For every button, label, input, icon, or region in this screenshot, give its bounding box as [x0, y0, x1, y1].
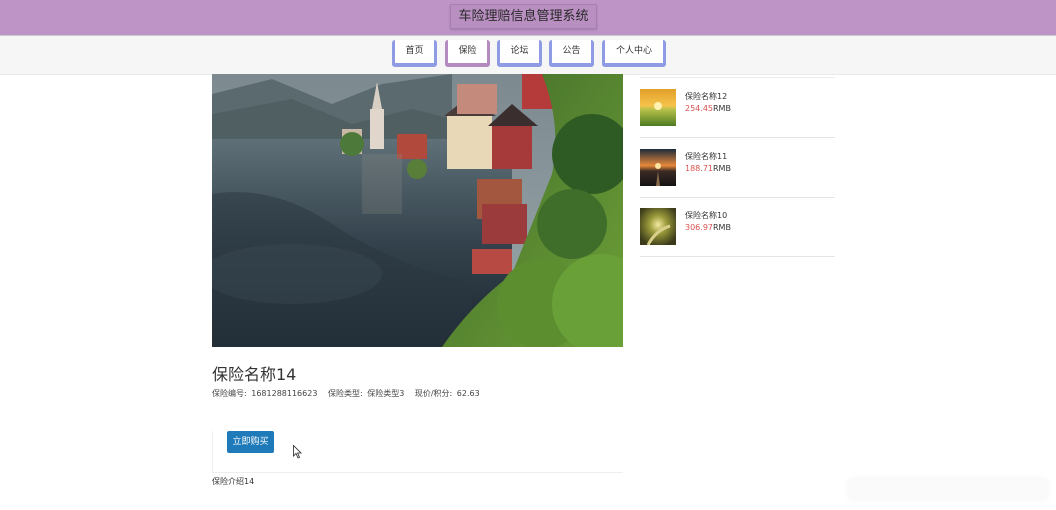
recommend-item[interactable]: 保险名称12 254.45RMB [640, 78, 835, 138]
price-value: 62.63 [456, 389, 480, 398]
code-label: 保险编号: [212, 389, 247, 398]
code-value: 1681288116623 [251, 389, 318, 398]
recommend-price: 306.97 [685, 223, 713, 232]
recommend-price: 188.71 [685, 164, 713, 173]
type-label: 保险类型: [327, 389, 363, 398]
nav-item-forum[interactable]: 论坛 [497, 40, 542, 67]
nav-item-insurance[interactable]: 保险 [445, 40, 490, 67]
recommend-unit: RMB [713, 164, 731, 173]
recommend-name: 保险名称11 [685, 152, 728, 161]
recommend-item[interactable]: 保险名称10 306.97RMB [640, 197, 835, 257]
recommend-price-line: 306.97RMB [685, 223, 731, 232]
sunset-field-icon [640, 89, 676, 126]
product-title: 保险名称14 [212, 365, 297, 384]
recommend-price-line: 188.71RMB [685, 164, 731, 173]
recommend-item[interactable]: 保险名称11 188.71RMB [640, 138, 835, 198]
sunlit-path-icon [640, 208, 676, 245]
lake-village-image [212, 74, 623, 347]
mouse-cursor-icon [293, 445, 302, 459]
recommend-unit: RMB [713, 223, 731, 232]
type-value: 保险类型3 [367, 389, 405, 398]
nav-item-home[interactable]: 首页 [392, 40, 437, 67]
price-label: 现价/积分: [414, 389, 453, 398]
product-intro: 保险介绍14 [212, 477, 255, 486]
sunset-road-icon [640, 149, 676, 186]
nav-item-personal-center[interactable]: 个人中心 [602, 40, 666, 67]
buy-now-button[interactable]: 立即购买 [227, 431, 274, 453]
recommend-name: 保险名称10 [685, 211, 728, 220]
recommend-price: 254.45 [685, 104, 713, 113]
recommend-price-line: 254.45RMB [685, 104, 731, 113]
product-meta: 保险编号: 1681288116623 保险类型: 保险类型3 现价/积分: 6… [212, 388, 482, 399]
recommend-unit: RMB [713, 104, 731, 113]
nav-item-notice[interactable]: 公告 [549, 40, 594, 67]
site-title: 车险理赔信息管理系统 [450, 4, 597, 29]
product-image [212, 74, 623, 347]
recommend-name: 保险名称12 [685, 92, 728, 101]
floating-panel [848, 478, 1048, 500]
